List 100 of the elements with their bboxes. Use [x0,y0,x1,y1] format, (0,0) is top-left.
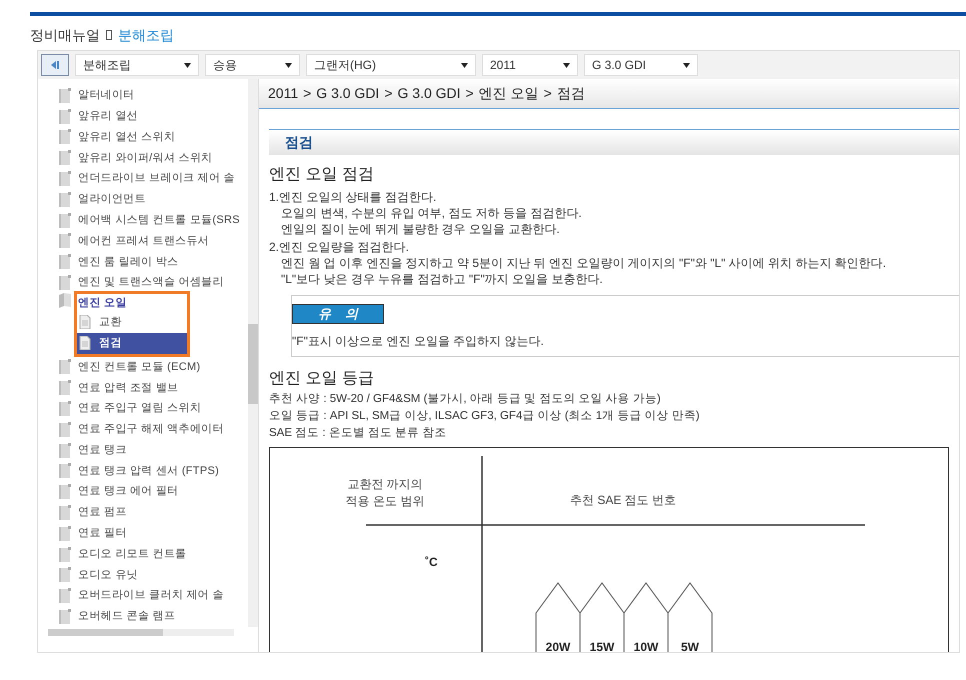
caret-icon [563,62,570,68]
book-icon [58,192,72,207]
figure-label: 교환전 까지의 [346,476,424,493]
document-icon [79,315,91,330]
book-icon [58,546,72,562]
page-title: 정비매뉴얼 [30,26,100,44]
spec-text: 추천 사양 : 5W-20 / GF4&SM (불가시, 아래 등급 및 점도의 오일 사용 가능) [269,392,662,407]
book-icon [58,526,72,541]
breadcrumb-separator: > [384,84,393,103]
open-book-icon [58,292,72,308]
book-icon [58,442,72,458]
tree-item[interactable]: 엔진 오일 [78,295,127,312]
tree-item[interactable]: 앞유리 열선 [78,108,138,124]
tree-item[interactable]: 연료 펌프 [78,504,127,521]
book-icon [58,505,72,520]
book-icon [58,254,72,270]
book-icon [58,380,72,396]
book-icon [58,275,72,290]
caution-text: "F"표시 이상으로 엔진 오일을 주입하지 않는다. [292,333,545,350]
breadcrumb-separator: > [544,84,552,103]
caret-icon [285,62,292,68]
tree-item[interactable]: 연료 필터 [78,525,127,542]
book-icon [58,212,72,228]
section-heading: 엔진 오일 점검 [269,165,375,185]
tree-item[interactable]: 연료 주입구 해제 액추에이터 [78,421,224,438]
page-title-link[interactable]: 분해조립 [118,24,174,46]
tree-item[interactable]: 연료 주입구 열림 스위치 [78,400,202,417]
dropdown[interactable]: 2011 [482,54,578,76]
breadcrumb-separator: > [303,84,312,103]
tree-item[interactable]: 에어백 시스템 컨트롤 모듈(SRS [78,212,240,228]
grade-label: 10W [632,639,660,652]
tree-item[interactable]: 알터네이터 [78,87,134,104]
breadcrumb-item[interactable]: 엔진 오일 [478,83,539,104]
book-icon [58,108,72,124]
dropdown[interactable]: G 3.0 GDI [584,54,698,76]
tree-item[interactable]: 엔진 및 트랜스액슬 어셈블리 [78,274,224,291]
caret-icon [683,62,690,68]
unit-label: ˚C [425,554,438,571]
step-number: 2. [269,239,279,255]
step-title: 엔진 오일량을 점검한다. [279,239,410,255]
dropdown[interactable]: 승용 [205,54,300,76]
collapse-button[interactable] [41,54,69,76]
book-icon [58,401,72,416]
section-title: 점검 [285,133,313,152]
tree-item[interactable]: 앞유리 와이퍼/워셔 스위치 [78,150,212,166]
tree-item[interactable]: 연료 압력 조절 밸브 [78,380,178,396]
dropdown[interactable]: 분해조립 [75,54,199,76]
figure-label: 추천 SAE 점도 번호 [570,492,676,509]
tree-item[interactable]: 오버헤드 콘솔 램프 [78,608,176,625]
book-icon [58,129,72,144]
spec-text: 오일 등급 : API SL, SM급 이상, ILSAC GF3, GF4급 이상 (최소 1개 등급 이상 만족) [269,409,701,424]
book-icon [58,422,72,437]
book-icon [58,588,72,604]
tree-item[interactable]: 오버드라이브 클러치 제어 솔 [78,587,224,604]
document-icon [79,336,91,350]
book-icon [58,359,72,374]
tree-item[interactable]: 엔진 룸 릴레이 박스 [78,254,178,270]
breadcrumb-item[interactable]: G 3.0 GDI [316,83,380,104]
caret-icon [461,62,468,68]
step-text: "L"보다 낮은 경우 누유를 점검하고 "F"까지 오일을 보충한다. [280,271,604,287]
book-icon [58,88,72,103]
caret-icon [184,62,191,68]
figure-label: 적용 온도 범위 [344,493,426,510]
breadcrumb-item[interactable]: 점검 [556,83,585,104]
grade-label: 20W [544,639,572,652]
step-title: 엔진 오일의 상태를 점검한다. [279,189,436,205]
tree-item[interactable]: 엔진 컨트롤 모듈 (ECM) [78,358,200,376]
breadcrumb-item[interactable]: G 3.0 GDI [398,83,461,104]
book-icon [58,171,72,186]
dropdown[interactable]: 그랜저(HG) [306,54,476,76]
separator-icon [106,30,112,40]
tree-item[interactable]: 연료 탱크 압력 센서 (FTPS) [78,462,220,480]
spec-text: SAE 점도 : 온도별 점도 분류 참조 [269,426,448,441]
breadcrumb-item[interactable]: 2011 [268,83,298,104]
book-icon [58,463,72,478]
tree-item[interactable]: 연료 탱크 에어 필터 [78,483,178,500]
tree-item[interactable]: 언더드라이브 브레이크 제어 솔 [78,170,235,187]
book-icon [58,233,72,248]
tree-item[interactable]: 연료 탱크 [78,442,127,458]
tree-item[interactable]: 오디오 유닛 [78,566,138,584]
tree-item[interactable]: 점검 [77,332,187,354]
tree-item[interactable]: 에어컨 프레셔 트랜스듀서 [78,232,210,250]
section-heading: 엔진 오일 등급 [269,369,375,389]
book-icon [58,150,72,166]
caution-label: 유 의 [292,304,384,324]
step-number: 1. [269,189,279,205]
book-icon [58,484,72,500]
step-text: 오일의 변색, 수분의 유입 여부, 점도 저하 등을 점검한다. [280,205,583,221]
book-icon [58,567,72,582]
step-text: 엔일의 질이 눈에 뛰게 불량한 경우 오일을 교환한다. [280,221,561,237]
grade-label: 5W [680,639,700,652]
step-text: 엔진 웜 업 이후 엔진을 정지하고 약 5분이 지난 뒤 엔진 오일량이 게이지의 "F"와 "L" 사이에 위치 하는지 확인한다. [280,255,888,271]
grade-label: 15W [588,639,616,652]
book-icon [58,609,72,624]
tree-item[interactable]: 교환 [77,312,187,333]
tree-item[interactable]: 얼라이언먼트 [78,191,146,208]
collapse-icon [50,60,60,70]
breadcrumb-separator: > [466,84,474,103]
tree-item[interactable]: 앞유리 열선 스위치 [78,128,176,146]
tree-item[interactable]: 오디오 리모트 컨트롤 [78,546,186,562]
